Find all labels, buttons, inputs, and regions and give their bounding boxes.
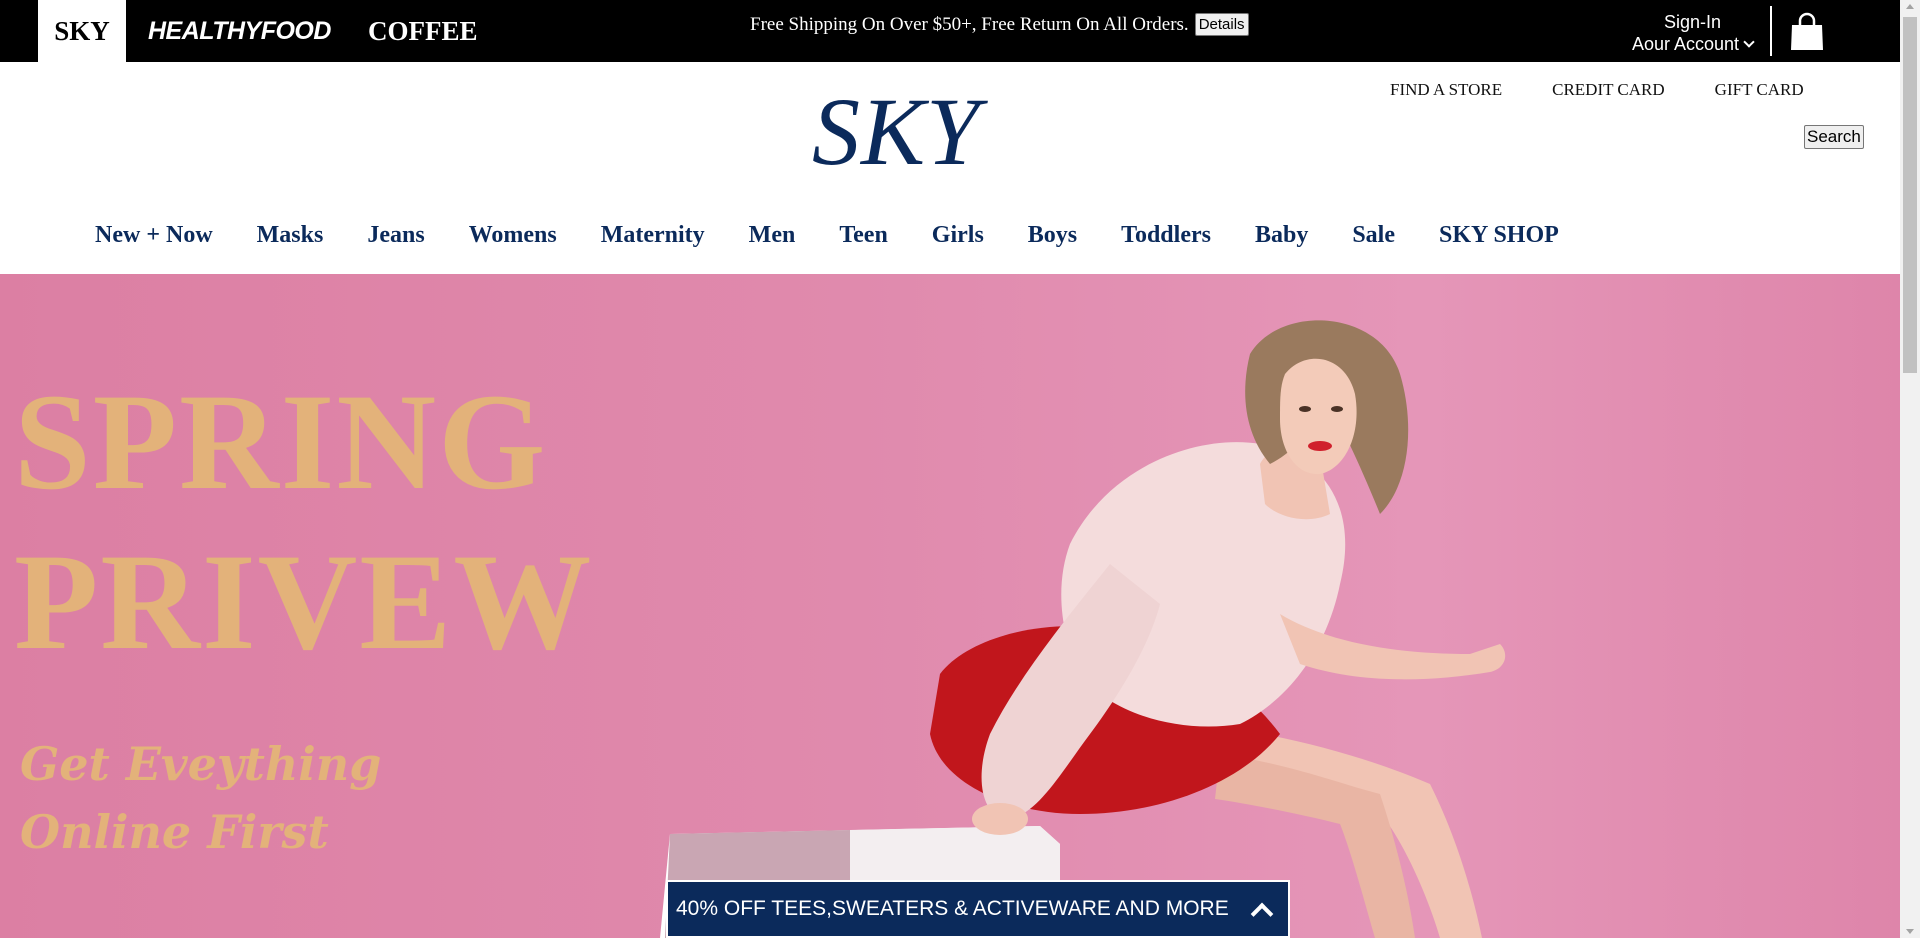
hero-subtitle-line-1: Get Eveything	[20, 737, 382, 791]
chevron-down-icon	[1743, 35, 1755, 48]
nav-item-new-now[interactable]: New + Now	[95, 222, 213, 249]
find-store-link[interactable]: FIND A STORE	[1390, 80, 1502, 100]
nav-item-jeans[interactable]: Jeans	[367, 222, 424, 249]
brand-tab-coffee[interactable]: COFFEE	[350, 0, 496, 62]
nav-item-maternity[interactable]: Maternity	[601, 222, 705, 249]
page-scrollbar[interactable]	[1900, 0, 1920, 938]
brand-tab-sky[interactable]: SKY	[38, 0, 126, 62]
shipping-promo: Free Shipping On Over $50+, Free Return …	[750, 13, 1249, 36]
nav-item-teen[interactable]: Teen	[839, 222, 887, 249]
details-button[interactable]: Details	[1194, 13, 1249, 36]
hero-title: SPRING PRIVEW	[14, 362, 593, 682]
nav-item-men[interactable]: Men	[749, 222, 796, 249]
gift-card-link[interactable]: GIFT CARD	[1715, 80, 1804, 100]
promo-bar[interactable]: 40% OFF TEES,SWEATERS & ACTIVEWARE AND M…	[666, 880, 1290, 938]
utility-links: FIND A STORE CREDIT CARD GIFT CARD	[1390, 80, 1804, 100]
nav-item-girls[interactable]: Girls	[932, 222, 984, 249]
scroll-up-arrow-icon[interactable]	[1906, 4, 1914, 9]
nav-item-womens[interactable]: Womens	[469, 222, 557, 249]
promo-bar-text: 40% OFF TEES,SWEATERS & ACTIVEWARE AND M…	[676, 897, 1229, 920]
account-dropdown[interactable]: Aour Account	[1631, 33, 1755, 55]
nav-item-masks[interactable]: Masks	[257, 222, 324, 249]
shopping-bag-icon[interactable]	[1788, 12, 1826, 52]
nav-item-boys[interactable]: Boys	[1028, 222, 1077, 249]
topbar-divider	[1770, 6, 1772, 56]
nav-item-sale[interactable]: Sale	[1352, 222, 1395, 249]
account-menu[interactable]: Sign-In Aour Account	[1620, 11, 1765, 57]
signin-link[interactable]: Sign-In	[1620, 11, 1765, 33]
brand-tab-healthyfood[interactable]: HEALTHYFOOD	[130, 0, 349, 62]
nav-item-baby[interactable]: Baby	[1255, 222, 1308, 249]
hero-title-line-1: SPRING	[14, 365, 548, 518]
hero-subtitle-line-2: Online First	[20, 805, 329, 859]
account-label: Aour Account	[1631, 34, 1740, 54]
nav-item-sky-shop[interactable]: SKY SHOP	[1439, 222, 1559, 249]
chevron-up-icon[interactable]	[1250, 902, 1274, 926]
hero-model-image	[660, 320, 1506, 938]
hero-banner[interactable]: SPRING PRIVEW Get Eveything Online First	[0, 274, 1900, 938]
scrollbar-thumb[interactable]	[1903, 17, 1917, 373]
credit-card-link[interactable]: CREDIT CARD	[1552, 80, 1665, 100]
hero-subtitle: Get Eveything Online First	[20, 730, 381, 866]
scroll-down-arrow-icon[interactable]	[1906, 929, 1914, 934]
nav-item-toddlers[interactable]: Toddlers	[1121, 222, 1211, 249]
top-bar: SKY HEALTHYFOOD COFFEE Free Shipping On …	[0, 0, 1900, 62]
search-button[interactable]: Search	[1804, 125, 1864, 149]
site-logo[interactable]: SKY	[812, 84, 980, 180]
shipping-promo-text: Free Shipping On Over $50+, Free Return …	[750, 13, 1189, 35]
main-nav: New + Now Masks Jeans Womens Maternity M…	[95, 222, 1603, 249]
hero-title-line-2: PRIVEW	[14, 525, 594, 678]
